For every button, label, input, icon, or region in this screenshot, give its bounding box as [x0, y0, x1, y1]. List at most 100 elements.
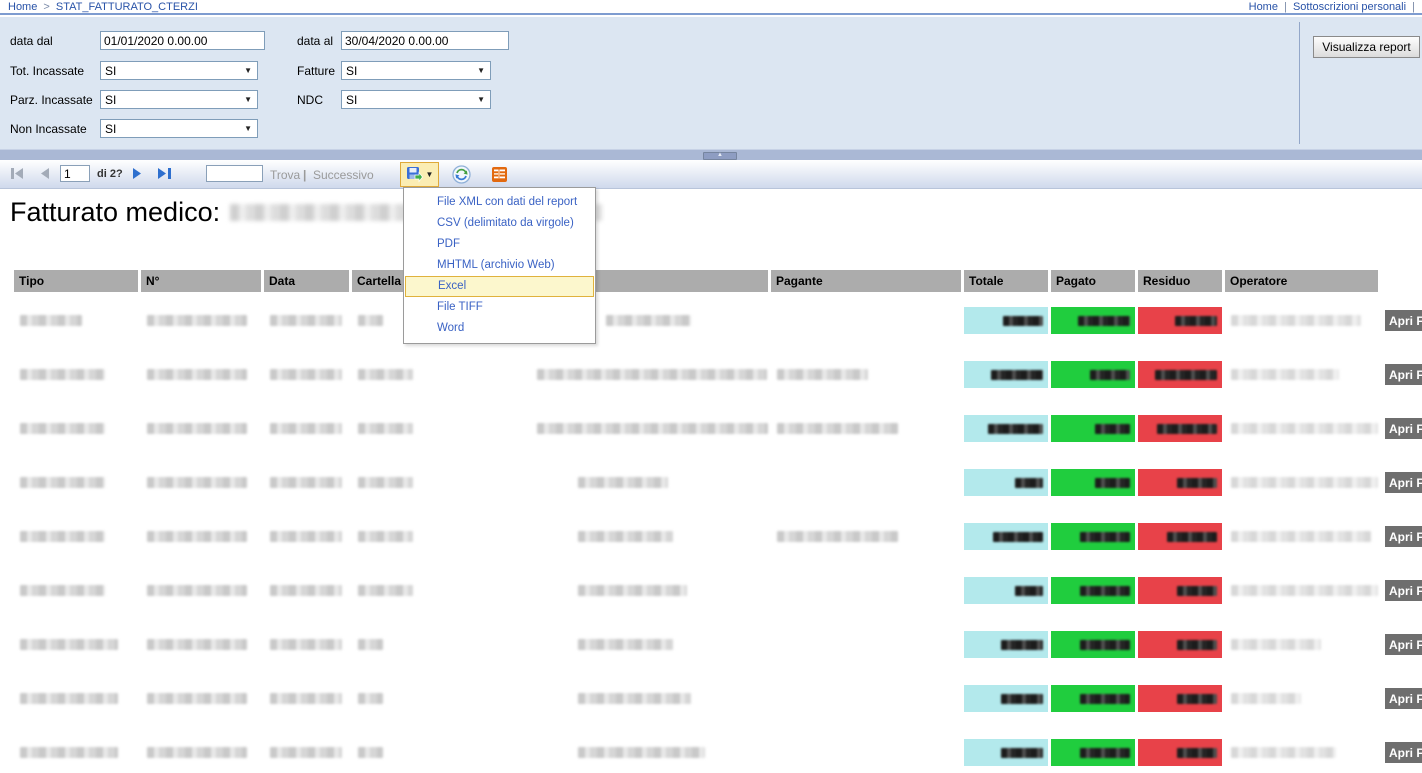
table-row: Apri F [0, 307, 1422, 334]
last-page-button[interactable] [157, 167, 172, 183]
apri-button[interactable]: Apri F [1385, 418, 1422, 439]
export-menu-item-file-tiff[interactable]: File TIFF [404, 297, 595, 318]
redacted-text [1231, 747, 1336, 758]
cell-operatore [1225, 361, 1378, 388]
cell-residuo [1138, 739, 1222, 766]
redacted-amount [1095, 424, 1130, 434]
data-feed-button[interactable] [490, 165, 509, 184]
cell-n [141, 739, 261, 766]
redacted-text [270, 423, 342, 434]
first-page-icon [10, 167, 25, 180]
collapse-parameters-handle[interactable]: ▲ [703, 152, 737, 160]
data-al-field[interactable] [341, 31, 509, 50]
next-page-button[interactable] [132, 167, 142, 183]
apri-button[interactable]: Apri F [1385, 310, 1422, 331]
cell-pagante [771, 739, 961, 766]
export-menu-item-word[interactable]: Word [404, 318, 595, 339]
redacted-text [270, 369, 342, 380]
redacted-amount [1003, 316, 1043, 326]
redacted-text [358, 639, 383, 650]
cell-tipo [14, 523, 138, 550]
redacted-text [358, 585, 413, 596]
redacted-amount [1080, 748, 1130, 758]
cell-tipo [14, 415, 138, 442]
export-button[interactable]: ▼ [400, 162, 439, 187]
apri-button[interactable]: Apri F [1385, 364, 1422, 385]
export-menu-item-csv-delimitato-da-virgole[interactable]: CSV (delimitato da virgole) [404, 213, 595, 234]
cell-tipo [14, 469, 138, 496]
cell-residuo [1138, 415, 1222, 442]
non-incassate-select[interactable]: SI ▼ [100, 119, 258, 138]
redacted-text [20, 693, 118, 704]
cell-data [264, 361, 349, 388]
personal-subscriptions-link[interactable]: Sottoscrizioni personali [1293, 1, 1406, 13]
fatture-label: Fatture [297, 64, 335, 78]
refresh-button[interactable] [452, 165, 471, 184]
cell-totale [964, 685, 1048, 712]
breadcrumb-home-link[interactable]: Home [8, 1, 37, 13]
column-header-tipo: Tipo [14, 270, 138, 292]
export-menu-item-excel[interactable]: Excel [405, 276, 594, 297]
apri-button[interactable]: Apri F [1385, 688, 1422, 709]
cell-totale [964, 415, 1048, 442]
cell-tipo [14, 739, 138, 766]
breadcrumb-current-report[interactable]: STAT_FATTURATO_CTERZI [56, 1, 198, 13]
redacted-text [1231, 639, 1321, 650]
cell-pagato [1051, 685, 1135, 712]
page-number-input[interactable] [60, 165, 90, 182]
find-button[interactable]: Trova [270, 168, 300, 182]
redacted-text [20, 639, 118, 650]
save-export-icon [406, 166, 423, 183]
redacted-text [1231, 531, 1371, 542]
export-menu-item-file-xml-con-dati-del-report[interactable]: File XML con dati del report [404, 192, 595, 213]
cell-residuo [1138, 469, 1222, 496]
tot-incassate-select[interactable]: SI ▼ [100, 61, 258, 80]
apri-button[interactable]: Apri F [1385, 526, 1422, 547]
redacted-amount [1015, 478, 1043, 488]
view-report-button[interactable]: Visualizza report [1313, 36, 1420, 58]
redacted-text [578, 585, 687, 596]
cell-n [141, 361, 261, 388]
cell-operatore [1225, 739, 1378, 766]
apri-button[interactable]: Apri F [1385, 634, 1422, 655]
redacted-text [1231, 477, 1378, 488]
redacted-text [358, 747, 383, 758]
redacted-text [270, 693, 342, 704]
redacted-text [147, 585, 247, 596]
apri-button[interactable]: Apri F [1385, 742, 1422, 763]
redacted-text [147, 477, 247, 488]
cell-tipo [14, 577, 138, 604]
cell-totale [964, 361, 1048, 388]
search-input[interactable] [206, 165, 263, 182]
cell-cliente [446, 577, 768, 604]
apri-button[interactable]: Apri F [1385, 580, 1422, 601]
export-menu-item-pdf[interactable]: PDF [404, 234, 595, 255]
cell-pagato [1051, 631, 1135, 658]
redacted-amount [1001, 748, 1043, 758]
table-row: Apri F [0, 523, 1422, 550]
redacted-amount [1157, 424, 1217, 434]
redacted-text [777, 423, 898, 434]
parameters-panel: data dal data al Tot. Incassate SI ▼ Fat… [0, 17, 1422, 149]
find-next-button[interactable]: Successivo [313, 168, 374, 182]
fatture-select[interactable]: SI ▼ [341, 61, 491, 80]
redacted-text [20, 585, 105, 596]
data-dal-field[interactable] [100, 31, 265, 50]
first-page-button[interactable] [10, 167, 25, 183]
export-menu-item-mhtml-archivio-web[interactable]: MHTML (archivio Web) [404, 255, 595, 276]
prev-page-button[interactable] [40, 167, 50, 183]
cell-tipo [14, 631, 138, 658]
ndc-select[interactable]: SI ▼ [341, 90, 491, 109]
home-link[interactable]: Home [1249, 1, 1278, 13]
cell-pagante [771, 685, 961, 712]
cell-data [264, 415, 349, 442]
redacted-text [1231, 369, 1339, 380]
cell-tipo [14, 307, 138, 334]
apri-button[interactable]: Apri F [1385, 472, 1422, 493]
breadcrumb-separator: > [43, 1, 49, 13]
redacted-text [20, 423, 105, 434]
cell-cartella [352, 739, 443, 766]
redacted-amount [1080, 640, 1130, 650]
column-header-data: Data [264, 270, 349, 292]
parz-incassate-select[interactable]: SI ▼ [100, 90, 258, 109]
